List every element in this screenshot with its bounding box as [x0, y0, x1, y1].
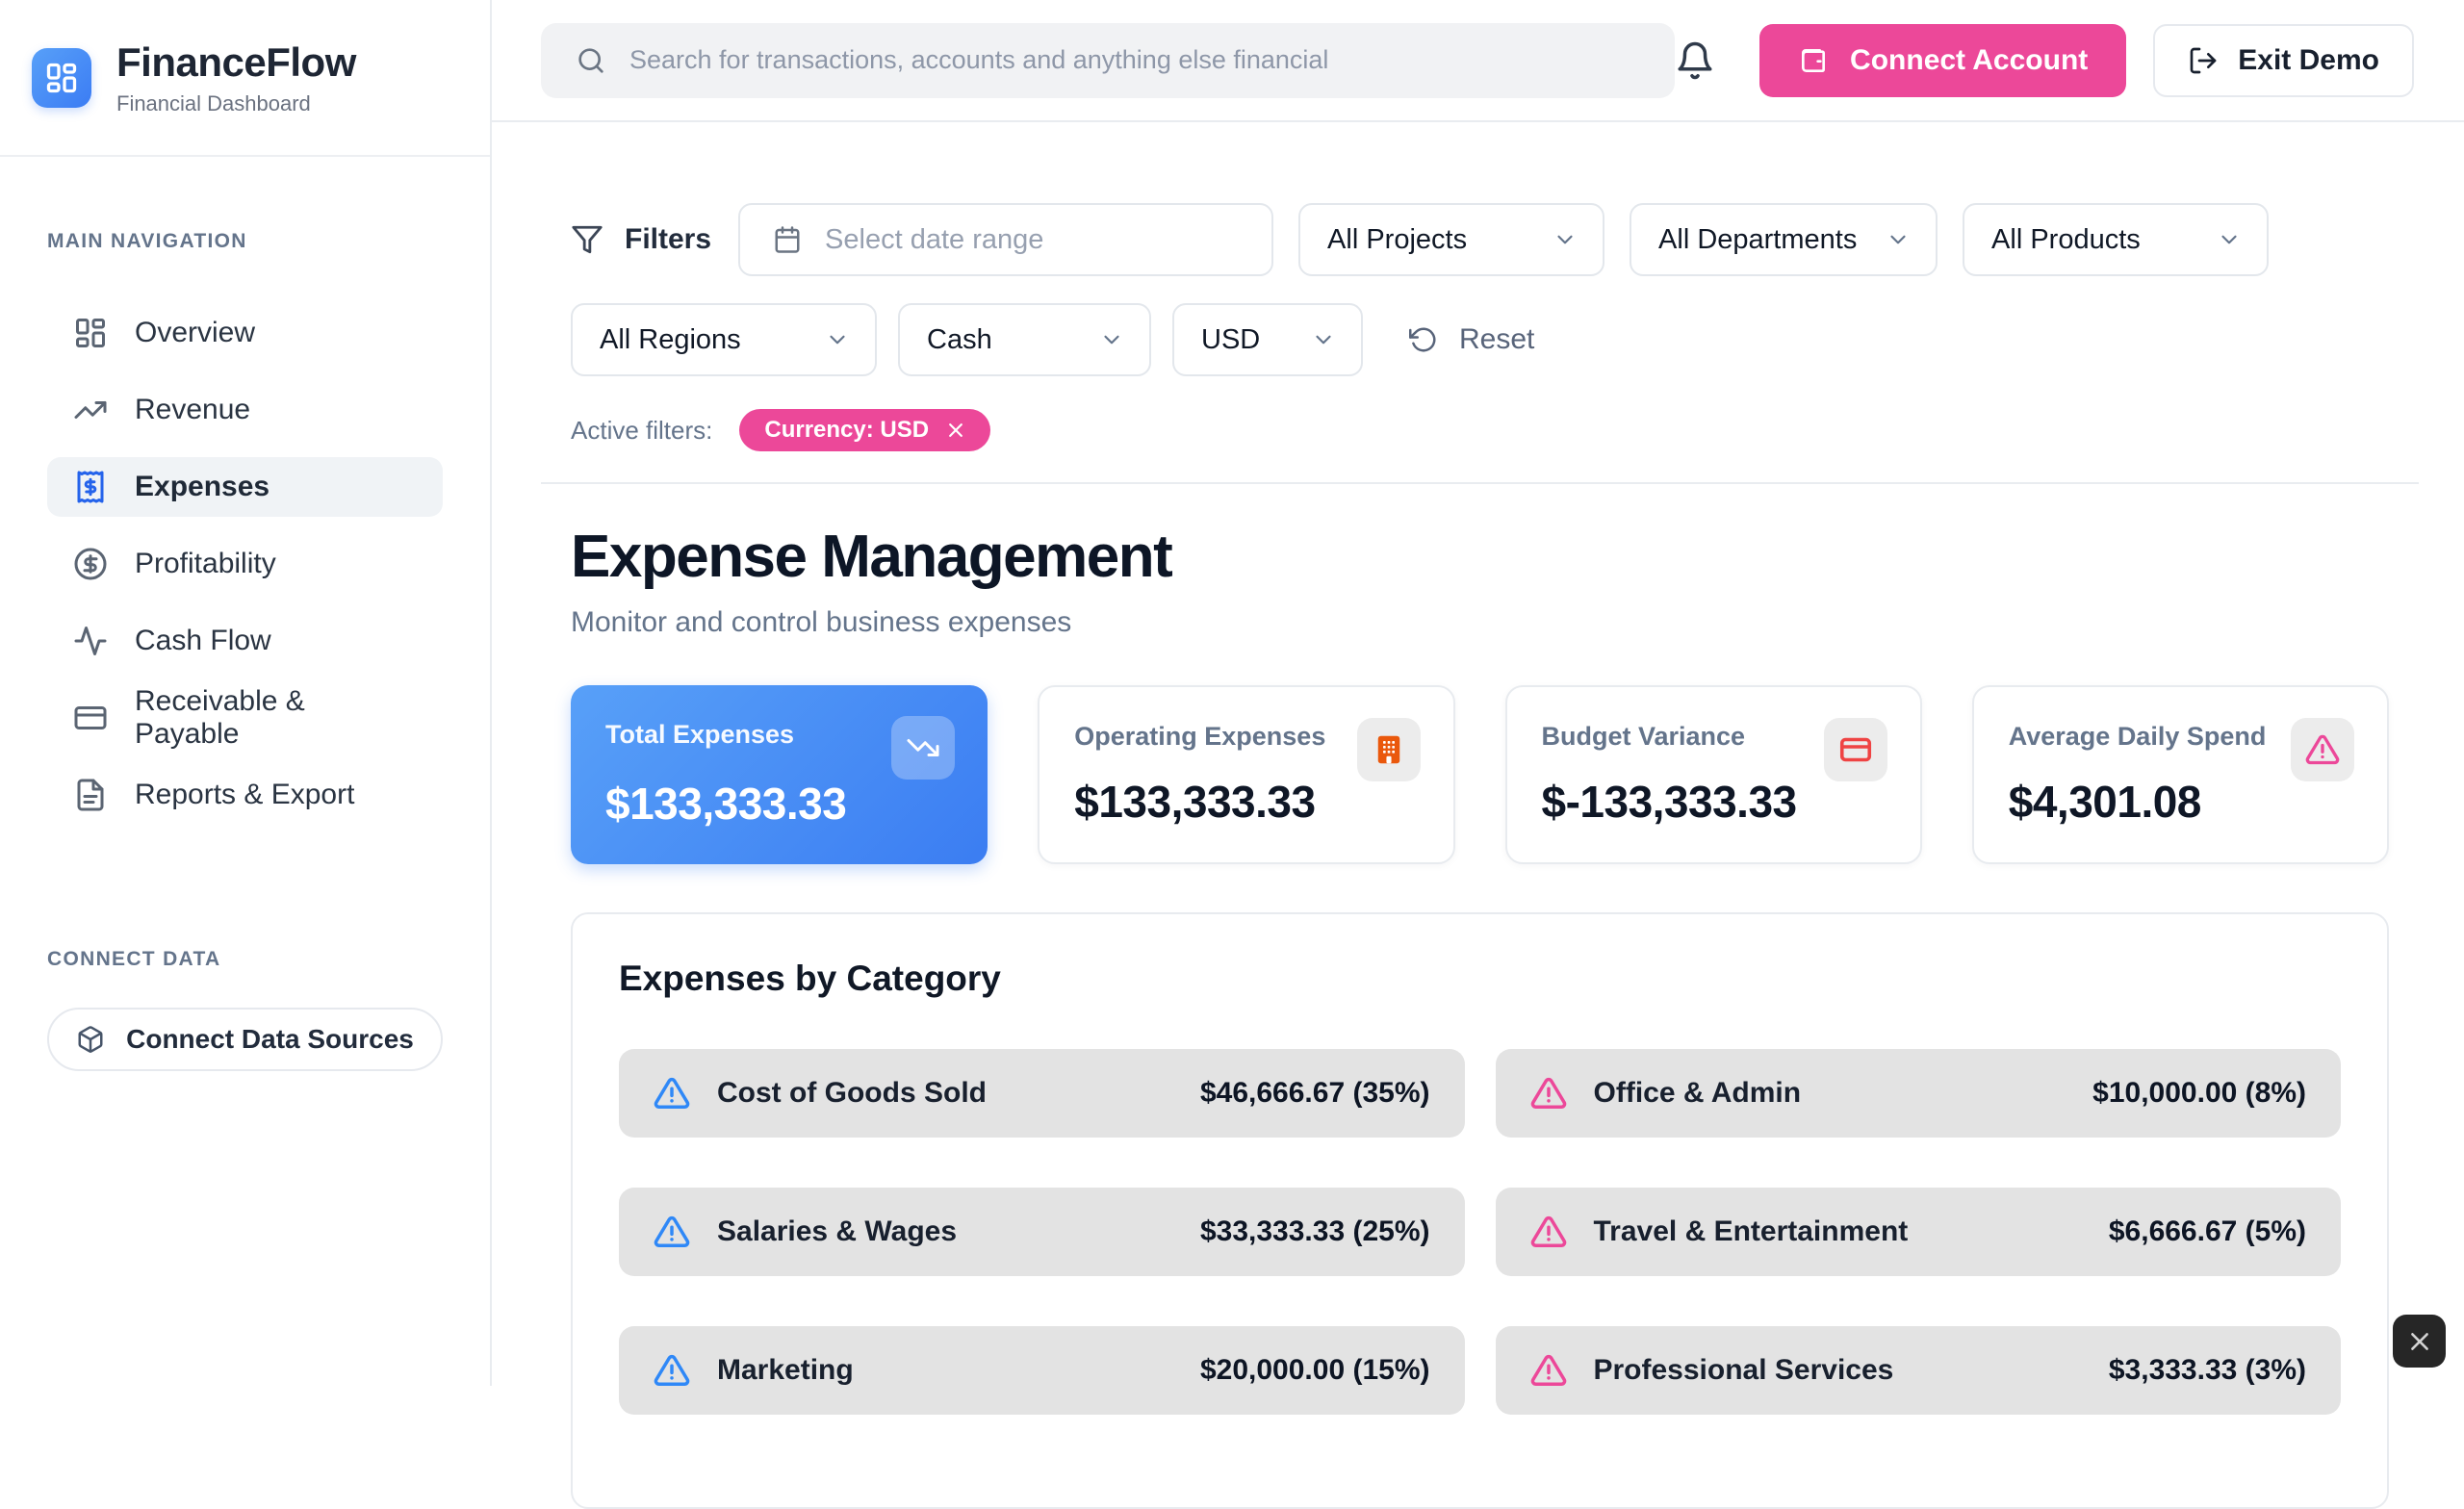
- alert-triangle-icon: [1530, 1352, 1567, 1389]
- chevron-down-icon: [1099, 327, 1124, 352]
- total-expenses-value: $133,333.33: [605, 778, 953, 830]
- sidebar-item-label: Revenue: [135, 394, 250, 426]
- sidebar-item-receivable-payable[interactable]: Receivable & Payable: [47, 688, 443, 748]
- sidebar-item-reports-export[interactable]: Reports & Export: [47, 765, 443, 825]
- cube-icon: [76, 1025, 105, 1054]
- dashboard-grid-icon: [44, 61, 79, 95]
- regions-select[interactable]: All Regions: [571, 303, 877, 376]
- summary-cards: Total Expenses $133,333.33 Operating Exp…: [571, 685, 2389, 864]
- search-bar[interactable]: [541, 23, 1675, 98]
- app-logo: [32, 48, 91, 108]
- date-range-field[interactable]: [825, 224, 1239, 256]
- category-row-travel-entertainment[interactable]: Travel & Entertainment $6,666.67 (5%): [1496, 1188, 2342, 1276]
- category-row-cost-of-goods-sold[interactable]: Cost of Goods Sold $46,666.67 (35%): [619, 1049, 1465, 1138]
- brand: FinanceFlow Financial Dashboard: [0, 0, 490, 157]
- expenses-by-category-card: Expenses by Category Cost of Goods Sold …: [571, 912, 2389, 1509]
- sidebar-item-overview[interactable]: Overview: [47, 303, 443, 363]
- topbar: Connect Account Exit Demo: [492, 0, 2464, 122]
- sidebar-item-label: Expenses: [135, 471, 270, 503]
- nav-section-label: MAIN NAVIGATION: [47, 230, 443, 253]
- chevron-down-icon: [1311, 327, 1336, 352]
- category-row-salaries-wages[interactable]: Salaries & Wages $33,333.33 (25%): [619, 1188, 1465, 1276]
- building-icon: [1357, 718, 1421, 781]
- alert-triangle-icon: [1530, 1075, 1567, 1112]
- date-range-input[interactable]: [738, 203, 1273, 276]
- funnel-icon: [571, 223, 603, 256]
- alert-triangle-icon: [1530, 1214, 1567, 1250]
- average-daily-spend-value: $4,301.08: [2009, 776, 2352, 828]
- filters-title: Filters: [571, 223, 711, 256]
- trending-up-icon: [73, 393, 108, 427]
- sidebar-item-label: Receivable & Payable: [135, 685, 417, 751]
- sidebar-item-label: Profitability: [135, 548, 276, 580]
- connect-data-sources-button[interactable]: Connect Data Sources: [47, 1008, 443, 1071]
- search-input[interactable]: [629, 45, 1646, 75]
- payment-method-select[interactable]: Cash: [898, 303, 1151, 376]
- exit-demo-button[interactable]: Exit Demo: [2153, 24, 2414, 97]
- main-area: Connect Account Exit Demo Filters All Pr…: [492, 0, 2464, 1386]
- connect-account-button[interactable]: Connect Account: [1759, 24, 2126, 97]
- budget-variance-card: Budget Variance $-133,333.33: [1505, 685, 1922, 864]
- departments-select[interactable]: All Departments: [1630, 203, 1938, 276]
- chevron-down-icon: [2217, 227, 2242, 252]
- operating-expenses-value: $133,333.33: [1074, 776, 1418, 828]
- receipt-icon: [73, 470, 108, 504]
- bell-icon: [1675, 40, 1715, 81]
- notifications-button[interactable]: [1675, 40, 1715, 81]
- sidebar-item-label: Overview: [135, 317, 255, 349]
- sidebar-item-profitability[interactable]: Profitability: [47, 534, 443, 594]
- chevron-down-icon: [1886, 227, 1911, 252]
- active-filters-label: Active filters:: [571, 416, 712, 446]
- products-select[interactable]: All Products: [1963, 203, 2269, 276]
- remove-filter-icon[interactable]: [946, 421, 965, 440]
- credit-card-icon: [1824, 718, 1887, 781]
- sidebar: FinanceFlow Financial Dashboard MAIN NAV…: [0, 0, 492, 1386]
- page-subtitle: Monitor and control business expenses: [571, 606, 2389, 639]
- app-tagline: Financial Dashboard: [116, 91, 356, 116]
- category-list: Cost of Goods Sold $46,666.67 (35%) Offi…: [619, 1049, 2341, 1415]
- wallet-icon: [1798, 45, 1829, 76]
- trending-down-icon: [891, 716, 955, 780]
- alert-triangle-icon: [2291, 718, 2354, 781]
- circle-dollar-icon: [73, 547, 108, 581]
- currency-select[interactable]: USD: [1172, 303, 1363, 376]
- section-title: Expenses by Category: [619, 959, 2341, 999]
- credit-card-icon: [73, 701, 108, 735]
- dashboard-icon: [73, 316, 108, 350]
- search-icon: [576, 45, 606, 76]
- sidebar-item-revenue[interactable]: Revenue: [47, 380, 443, 440]
- close-button[interactable]: [2393, 1315, 2446, 1368]
- filters-panel: Filters All Projects All Departments All…: [541, 122, 2419, 484]
- projects-select[interactable]: All Projects: [1298, 203, 1604, 276]
- active-filter-chip[interactable]: Currency: USD: [739, 409, 990, 451]
- operating-expenses-card: Operating Expenses $133,333.33: [1038, 685, 1454, 864]
- total-expenses-card: Total Expenses $133,333.33: [571, 685, 988, 864]
- alert-triangle-icon: [654, 1352, 690, 1389]
- rotate-ccw-icon: [1409, 325, 1438, 354]
- close-icon: [2407, 1329, 2432, 1354]
- alert-triangle-icon: [654, 1075, 690, 1112]
- app-title: FinanceFlow: [116, 39, 356, 86]
- average-daily-spend-card: Average Daily Spend $4,301.08: [1972, 685, 2389, 864]
- activity-icon: [73, 624, 108, 658]
- connect-section-label: CONNECT DATA: [47, 948, 443, 971]
- budget-variance-value: $-133,333.33: [1542, 776, 1886, 828]
- content: Filters All Projects All Departments All…: [492, 122, 2464, 1386]
- reset-filters-button[interactable]: Reset: [1409, 323, 1534, 356]
- alert-triangle-icon: [654, 1214, 690, 1250]
- category-row-professional-services[interactable]: Professional Services $3,333.33 (3%): [1496, 1326, 2342, 1415]
- log-out-icon: [2188, 45, 2219, 76]
- chevron-down-icon: [825, 327, 850, 352]
- main-navigation: MAIN NAVIGATION Overview Revenue Expense…: [0, 157, 490, 1071]
- category-row-office-admin[interactable]: Office & Admin $10,000.00 (8%): [1496, 1049, 2342, 1138]
- sidebar-item-cash-flow[interactable]: Cash Flow: [47, 611, 443, 671]
- sidebar-item-label: Cash Flow: [135, 625, 271, 657]
- category-row-marketing[interactable]: Marketing $20,000.00 (15%): [619, 1326, 1465, 1415]
- calendar-icon: [773, 225, 802, 254]
- sidebar-item-label: Reports & Export: [135, 779, 354, 811]
- chevron-down-icon: [1553, 227, 1578, 252]
- file-text-icon: [73, 778, 108, 812]
- sidebar-item-expenses[interactable]: Expenses: [47, 457, 443, 517]
- page-title: Expense Management: [571, 523, 2389, 591]
